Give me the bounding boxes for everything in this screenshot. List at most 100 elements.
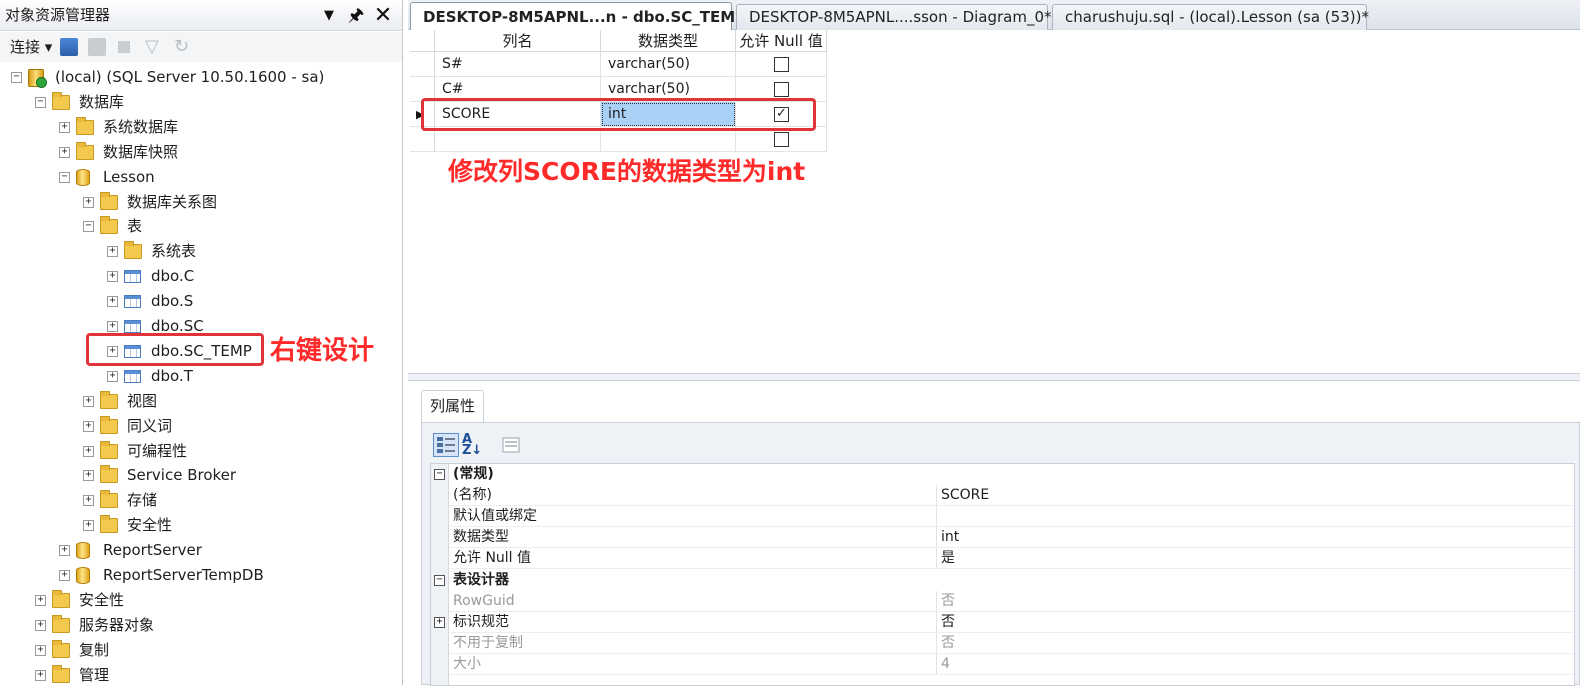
tree-node[interactable]: + 可编程性 <box>0 439 400 464</box>
property-grid: − (常规) (名称) SCORE 默认值或绑定数据类型 int 允许 Null 值是 − 表设… <box>430 463 1575 686</box>
expand-icon[interactable]: + <box>35 644 46 656</box>
tree-node[interactable]: − 数据库 <box>0 90 400 115</box>
tree-node-label: 视图 <box>127 391 158 410</box>
expand-icon[interactable]: + <box>83 420 94 432</box>
expand-icon[interactable]: + <box>83 520 94 532</box>
property-row[interactable]: RowGuid 否 <box>431 590 1574 612</box>
tree-node[interactable]: + 数据库关系图 <box>0 190 400 215</box>
expand-icon[interactable]: + <box>434 616 445 628</box>
expand-icon[interactable]: + <box>83 445 94 457</box>
property-row[interactable]: 允许 Null 值 是 <box>431 548 1574 570</box>
property-row[interactable]: + 标识规范 否 <box>431 611 1574 633</box>
tree-node-label: 数据库关系图 <box>127 192 218 211</box>
tree-node[interactable]: + dbo.C <box>0 264 400 289</box>
tab-column-properties[interactable]: 列属性 <box>421 390 485 422</box>
tree-node[interactable]: + 数据库快照 <box>0 140 400 165</box>
expand-icon[interactable]: + <box>59 570 70 581</box>
connect-button[interactable]: 连接 ▾ <box>10 38 52 56</box>
expand-icon[interactable]: + <box>59 545 70 557</box>
disconnect-icon[interactable] <box>88 38 106 56</box>
property-category[interactable]: − 表设计器 <box>431 570 1574 591</box>
property-category[interactable]: − (常规) <box>431 464 1574 485</box>
allow-null-checkbox[interactable] <box>774 57 789 72</box>
collapse-icon[interactable]: − <box>434 574 445 586</box>
tree-node[interactable]: + 同义词 <box>0 414 400 439</box>
expand-icon[interactable]: + <box>59 146 70 158</box>
tree-node[interactable]: + 服务器对象 <box>0 613 400 638</box>
tree-node[interactable]: + 安全性 <box>0 513 400 538</box>
property-row[interactable]: 默认值或绑定 <box>431 506 1574 528</box>
tree-node[interactable]: − 表 <box>0 214 400 239</box>
close-icon[interactable]: ✕ <box>371 0 395 31</box>
expand-icon[interactable]: + <box>83 395 94 407</box>
allow-null-checkbox[interactable] <box>774 132 789 147</box>
object-explorer-panel: 对象资源管理器 ▼ 🖈 ✕ 连接 ▾ ▽ ↻ − (local) (SQL Ser… <box>0 0 403 685</box>
expand-icon[interactable]: + <box>83 470 94 482</box>
folder-icon <box>100 440 118 459</box>
expand-icon[interactable]: + <box>83 196 94 208</box>
tree-node[interactable]: + 系统表 <box>0 239 400 264</box>
tab-sc-temp-design[interactable]: DESKTOP-8M5APNL...n - dbo.SC_TEMP* <box>410 2 754 31</box>
row-divider <box>449 673 1574 675</box>
tab-diagram[interactable]: DESKTOP-8M5APNL....sson - Diagram_0* <box>736 4 1052 30</box>
property-name: RowGuid <box>453 592 515 609</box>
tree-node[interactable]: + 存储 <box>0 488 400 513</box>
folder-icon <box>76 141 94 160</box>
collapse-icon[interactable]: − <box>11 72 22 83</box>
tree-node[interactable]: + Service Broker <box>0 463 400 488</box>
collapse-icon[interactable]: − <box>59 171 70 183</box>
expand-icon[interactable]: + <box>107 321 118 332</box>
property-pages-icon[interactable] <box>498 433 524 457</box>
categorized-icon[interactable] <box>433 433 459 457</box>
column-divider <box>936 632 937 654</box>
column-name-cell[interactable]: S# <box>435 52 601 77</box>
property-name: 默认值或绑定 <box>453 508 537 525</box>
tree-node[interactable]: + dbo.S <box>0 289 400 314</box>
dropdown-arrow-icon[interactable]: ▼ <box>317 0 341 31</box>
property-value: 否 <box>941 634 955 651</box>
property-row[interactable]: 大小 4 <box>431 653 1574 675</box>
expand-icon[interactable]: + <box>35 594 46 606</box>
tab-sql-query[interactable]: charushuju.sql - (local).Lesson (sa (53)… <box>1052 4 1369 30</box>
collapse-icon[interactable]: − <box>434 469 445 480</box>
tree-node[interactable]: + 安全性 <box>0 588 400 613</box>
expand-icon[interactable]: + <box>107 271 118 283</box>
tree-node[interactable]: + ReportServerTempDB <box>0 563 400 588</box>
pin-icon[interactable]: 🖈 <box>344 0 368 31</box>
tree-node[interactable]: + 管理 <box>0 663 400 685</box>
tree-node-label: dbo.T <box>151 366 193 385</box>
expand-icon[interactable]: + <box>107 246 118 258</box>
collapse-icon[interactable]: − <box>83 221 94 233</box>
tree-node[interactable]: − Lesson <box>0 165 400 190</box>
expand-icon[interactable]: + <box>107 296 118 308</box>
refresh-icon[interactable]: ↻ <box>174 38 192 56</box>
expand-icon[interactable]: + <box>59 121 70 133</box>
tree-node[interactable]: + 系统数据库 <box>0 115 400 140</box>
tree-node-label: 管理 <box>79 665 110 684</box>
data-type-cell[interactable]: varchar(50) <box>601 52 736 77</box>
property-row[interactable]: (名称) SCORE <box>431 485 1574 507</box>
filter-icon[interactable]: ▽ <box>145 38 163 56</box>
expand-icon[interactable]: + <box>35 669 46 681</box>
expand-icon[interactable]: + <box>35 619 46 631</box>
sort-alphabetical-icon[interactable]: A Z↓ <box>461 433 487 457</box>
allow-null-checkbox[interactable] <box>774 82 789 97</box>
tree-node[interactable]: − (local) (SQL Server 10.50.1600 - sa) <box>0 65 400 90</box>
expand-icon[interactable]: + <box>107 370 118 382</box>
row-selector-header <box>410 30 435 52</box>
tree-node[interactable]: + 复制 <box>0 638 400 663</box>
stop-icon[interactable] <box>118 41 130 53</box>
tree-node[interactable]: + ReportServer <box>0 538 400 563</box>
tree-node[interactable]: + 视图 <box>0 389 400 414</box>
collapse-icon[interactable]: − <box>35 96 46 108</box>
expand-icon[interactable]: + <box>83 495 94 507</box>
pane-splitter[interactable] <box>408 373 1580 381</box>
property-value: 是 <box>941 550 955 567</box>
row-selector[interactable] <box>410 52 435 77</box>
tree-node[interactable]: + dbo.T <box>0 364 400 389</box>
column-divider <box>936 611 937 633</box>
annotation-highlight-box <box>421 98 816 131</box>
register-servers-icon[interactable] <box>60 38 78 56</box>
property-row[interactable]: 不用于复制 否 <box>431 632 1574 654</box>
property-row[interactable]: 数据类型 int <box>431 527 1574 549</box>
